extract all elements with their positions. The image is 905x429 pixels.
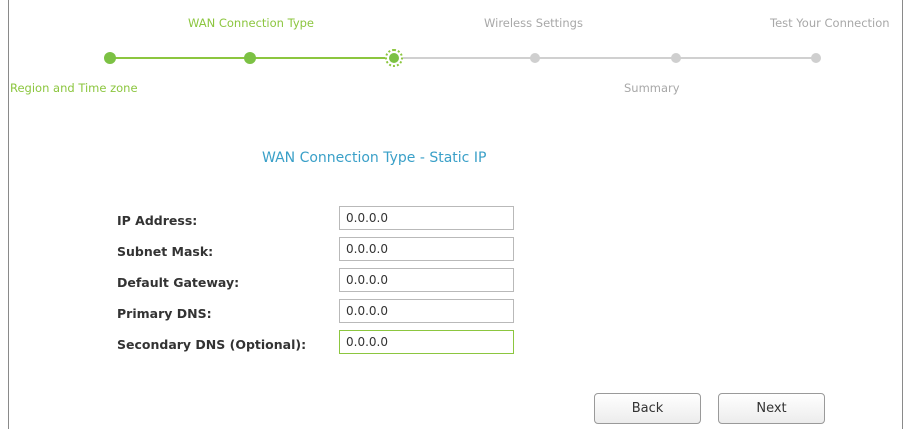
step-dot-wireless-settings <box>530 53 540 63</box>
step-label-test-your-connection: Test Your Connection <box>770 16 890 30</box>
step-dot-region-time-zone <box>104 52 116 64</box>
next-button[interactable]: Next <box>718 393 825 424</box>
secondary-dns-input[interactable] <box>339 330 514 354</box>
default-gateway-input[interactable] <box>339 268 514 292</box>
ip-address-label: IP Address: <box>117 213 198 228</box>
back-button[interactable]: Back <box>594 393 701 424</box>
secondary-dns-label: Secondary DNS (Optional): <box>117 337 307 352</box>
step-dot-summary <box>671 53 681 63</box>
ip-address-input[interactable] <box>339 206 514 230</box>
step-dot-current <box>385 49 403 67</box>
section-title: WAN Connection Type - Static IP <box>262 150 487 166</box>
step-label-region-time-zone: Region and Time zone <box>10 81 138 95</box>
primary-dns-label: Primary DNS: <box>117 306 212 321</box>
subnet-mask-input[interactable] <box>339 237 514 261</box>
step-label-wireless-settings: Wireless Settings <box>484 16 583 30</box>
default-gateway-label: Default Gateway: <box>117 275 240 290</box>
subnet-mask-label: Subnet Mask: <box>117 244 214 259</box>
primary-dns-input[interactable] <box>339 299 514 323</box>
progress-track-remaining <box>394 57 816 59</box>
step-dot-test-connection <box>811 53 821 63</box>
step-label-wan-connection-type: WAN Connection Type <box>188 16 315 30</box>
step-dot-wan-connection-type-prev <box>244 52 256 64</box>
step-label-summary: Summary <box>624 81 680 95</box>
